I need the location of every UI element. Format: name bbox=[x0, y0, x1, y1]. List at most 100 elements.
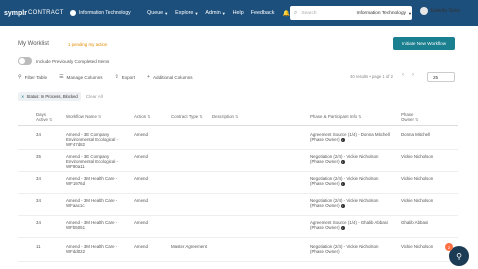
table-row[interactable]: 34 Amend - 3M Health Care - WFb5051 Amen… bbox=[18, 216, 458, 238]
cell-phase-owner: Vickie Nicholson bbox=[401, 154, 434, 159]
include-completed-label: Include Previously Completed Items bbox=[36, 58, 110, 64]
nav-feedback-label: Feedback bbox=[250, 10, 275, 16]
per-page-value: 25 bbox=[433, 74, 439, 80]
column-header-workflow[interactable]: Workflow Name⇅ bbox=[66, 114, 101, 119]
cell-phase-owner: Vickie Nicholson bbox=[401, 244, 434, 249]
user-menu[interactable]: Estella Soto bbox=[420, 7, 460, 15]
cell-phase-text: Agreement Source (1/4) - Donna Mitchell … bbox=[310, 132, 390, 143]
include-completed-toggle[interactable] bbox=[18, 57, 32, 65]
next-page-icon[interactable]: › bbox=[412, 72, 414, 78]
notification-badge: 2 bbox=[445, 243, 453, 251]
cell-workflow-link[interactable]: Amend - 3M Health Care - WFb5051 bbox=[66, 220, 132, 230]
nav-explore[interactable]: Explore ▼ bbox=[175, 10, 198, 16]
sort-icon: ⇅ bbox=[199, 114, 203, 119]
nav-admin[interactable]: Admin ▼ bbox=[205, 10, 225, 16]
info-icon[interactable]: i bbox=[340, 138, 345, 143]
logo-text: CONTRACT bbox=[27, 10, 64, 16]
search-input[interactable]: Search bbox=[301, 11, 342, 16]
filter-icon: ⚲ bbox=[18, 74, 22, 80]
nav-feedback[interactable]: Feedback bbox=[251, 10, 275, 16]
department-selector[interactable]: Information Technology bbox=[70, 10, 140, 16]
avatar bbox=[420, 7, 428, 15]
cell-phase-info: Negotiation (2/4) - Vickie Nicholson (Ph… bbox=[310, 244, 392, 254]
sort-icon: ⇅ bbox=[414, 117, 419, 122]
cell-days: 35 bbox=[36, 154, 41, 159]
cell-workflow-link[interactable]: Amend - 3M Health Care - WF1976d bbox=[66, 176, 132, 186]
cell-phase-owner: Vickie Nicholson bbox=[401, 198, 434, 203]
status-filter-chip[interactable]: ✕ Status: In Process, Blocked bbox=[18, 92, 81, 101]
cell-phase-info: Agreement Source (1/4) - Donna Mitchell … bbox=[310, 132, 392, 142]
app-logo[interactable]: symplr CONTRACT bbox=[4, 10, 64, 17]
filter-table-label: Filter Table bbox=[24, 74, 48, 80]
cell-action: Amend bbox=[134, 132, 148, 137]
search-scope-selector[interactable]: Information Technology bbox=[357, 11, 407, 16]
column-header-days-label: Days Active bbox=[36, 112, 48, 122]
cell-phase-text: Negotiation (2/4) - Vickie Nicholson (Ph… bbox=[310, 244, 379, 255]
cell-days: 34 bbox=[36, 176, 41, 181]
column-header-contract-type[interactable]: Contract Type⇅ bbox=[171, 114, 203, 119]
export-button[interactable]: ⇪ Export bbox=[115, 74, 135, 80]
cell-action: Amend bbox=[134, 198, 148, 203]
chevron-down-icon: ▼ bbox=[221, 10, 226, 16]
info-icon[interactable]: i bbox=[340, 182, 345, 187]
column-header-action[interactable]: Action⇅ bbox=[134, 114, 151, 119]
columns-icon: ☰ bbox=[59, 74, 64, 80]
additional-columns-label: Additional Columns bbox=[152, 74, 193, 80]
info-icon[interactable]: i bbox=[340, 226, 345, 231]
pagination-summary: 40 results • page 1 of 2 bbox=[350, 74, 393, 79]
active-filters: ✕ Status: In Process, Blocked Clear All bbox=[18, 92, 103, 101]
location-pin-icon: ⚲ bbox=[456, 251, 462, 261]
column-header-owner[interactable]: Phase Owner⇅ bbox=[401, 112, 427, 122]
info-icon[interactable]: i bbox=[340, 160, 345, 165]
department-icon bbox=[70, 10, 76, 16]
column-header-description[interactable]: Description⇅ bbox=[212, 114, 238, 119]
add-icon: + bbox=[147, 74, 150, 80]
logo-mark: symplr bbox=[4, 9, 27, 17]
table-toolbar: ⚲ Filter Table ☰ Manage Columns ⇪ Export + A… bbox=[18, 74, 205, 80]
cell-phase-owner: Donna Mitchell bbox=[401, 132, 431, 137]
cell-phase-info: Negotiation (2/4) - Vickie Nicholson (Ph… bbox=[310, 154, 392, 164]
initiate-workflow-button[interactable]: Initiate New Workflow bbox=[393, 37, 455, 50]
chevron-down-icon: ▼ bbox=[194, 10, 199, 16]
close-icon[interactable]: ✕ bbox=[21, 94, 25, 99]
table-row[interactable]: 35 Amend - 3E Company Environmental Ecol… bbox=[18, 150, 458, 172]
per-page-select[interactable]: 25 bbox=[427, 72, 455, 82]
pending-action-link[interactable]: 1 pending my action bbox=[68, 42, 107, 47]
cell-workflow-link[interactable]: Amend - 3E Company Environmental Ecologi… bbox=[66, 154, 130, 170]
chevron-down-icon: ▼ bbox=[164, 10, 169, 16]
column-header-days[interactable]: Days Active⇅ bbox=[36, 112, 58, 122]
column-header-phase-label: Phase & Participant Info bbox=[310, 114, 358, 119]
table-header: Days Active⇅ Workflow Name⇅ Action⇅ Cont… bbox=[18, 110, 458, 126]
manage-columns-button[interactable]: ☰ Manage Columns bbox=[59, 74, 103, 80]
column-header-phase[interactable]: Phase & Participant Info⇅ bbox=[310, 114, 361, 119]
cell-days: 34 bbox=[36, 198, 41, 203]
prev-page-icon[interactable]: ‹ bbox=[402, 72, 404, 78]
additional-columns-button[interactable]: + Additional Columns bbox=[147, 74, 193, 80]
table-row[interactable]: 34 Amend - 3M Health Care - WF1976d Amen… bbox=[18, 172, 458, 194]
cell-contract-type: Master Agreement bbox=[171, 244, 207, 249]
sort-icon: ⇅ bbox=[147, 114, 151, 119]
column-header-contract-type-label: Contract Type bbox=[171, 114, 199, 119]
cell-phase-info: Negotiation (2/4) - Vickie Nicholson (Ph… bbox=[310, 176, 392, 186]
global-search[interactable]: ⌕ Search Information Technology ▼ bbox=[290, 6, 412, 20]
cell-action: Amend bbox=[134, 154, 148, 159]
filter-table-button[interactable]: ⚲ Filter Table bbox=[18, 74, 47, 80]
info-icon[interactable]: i bbox=[340, 204, 345, 209]
nav-queue[interactable]: Queue ▼ bbox=[147, 10, 168, 16]
nav-queue-label: Queue bbox=[147, 10, 164, 16]
manage-columns-label: Manage Columns bbox=[66, 74, 103, 80]
department-label: Information Technology bbox=[79, 10, 131, 16]
nav-help[interactable]: Help bbox=[233, 10, 244, 16]
export-icon: ⇪ bbox=[114, 74, 119, 80]
table-row[interactable]: 34 Amend - 3M Health Care - WFaac1c Amen… bbox=[18, 194, 458, 216]
table-row[interactable]: 34 Amend - 3E Company Environmental Ecol… bbox=[18, 128, 458, 150]
nav-explore-label: Explore bbox=[175, 10, 194, 16]
column-header-owner-label: Phase Owner bbox=[401, 112, 414, 122]
sort-icon: ⇅ bbox=[48, 117, 53, 122]
cell-workflow-link[interactable]: Amend - 3M Health Care - WFdd022 bbox=[66, 244, 132, 254]
table-row[interactable]: 11 Amend - 3M Health Care - WFdd022 Amen… bbox=[18, 240, 458, 262]
cell-workflow-link[interactable]: Amend - 3E Company Environmental Ecologi… bbox=[66, 132, 130, 148]
cell-workflow-link[interactable]: Amend - 3M Health Care - WFaac1c bbox=[66, 198, 132, 208]
cell-phase-text: Agreement Source (1/4) - Ghalib Abbasi (… bbox=[310, 220, 388, 231]
clear-all-filters-link[interactable]: Clear All bbox=[86, 94, 103, 99]
